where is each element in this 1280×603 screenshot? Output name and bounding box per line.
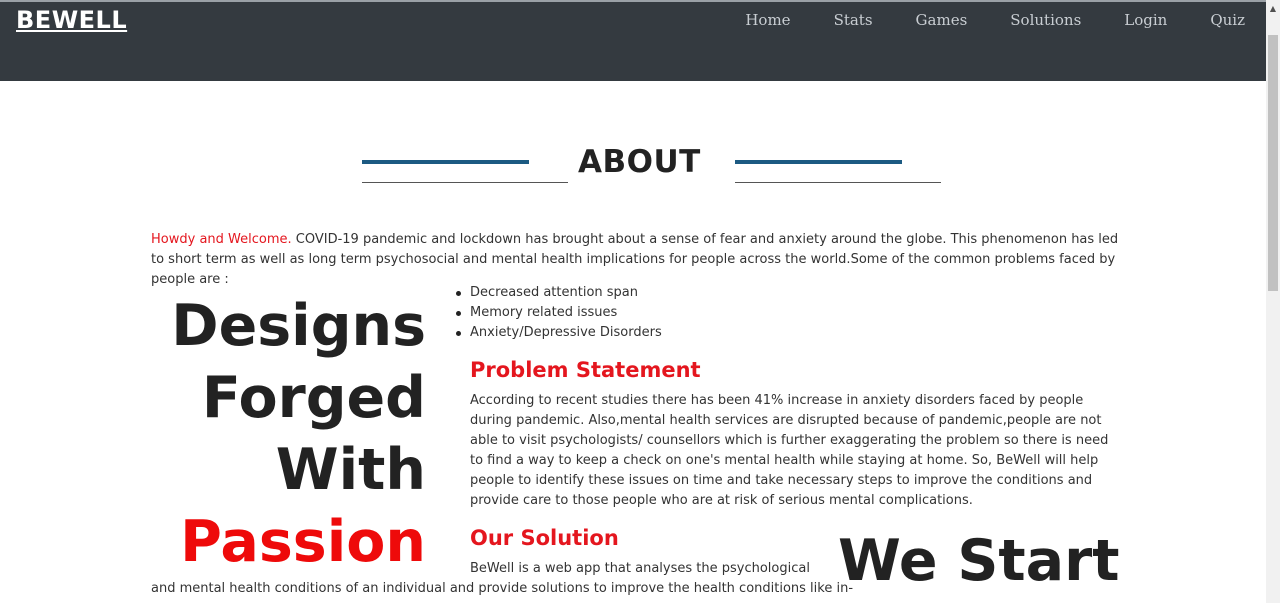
- heading-underline-right: [735, 182, 941, 183]
- list-item: Memory related issues: [454, 303, 662, 323]
- nav-games[interactable]: Games: [916, 11, 968, 29]
- tagline-line-2: Forged: [201, 365, 426, 431]
- list-item: Decreased attention span: [454, 283, 662, 303]
- heading-rule-left: [362, 160, 529, 164]
- tagline-line-1: Designs: [171, 293, 426, 359]
- scroll-up-arrow-icon[interactable]: ▲: [1266, 0, 1280, 17]
- brand-logo-link[interactable]: BEWELL: [16, 6, 127, 34]
- tagline-line-4: Passion: [180, 509, 426, 575]
- solution-text-line-1: BeWell is a web app that analyses the ps…: [470, 561, 810, 576]
- nav-quiz[interactable]: Quiz: [1210, 11, 1245, 29]
- nav-stats[interactable]: Stats: [834, 11, 873, 29]
- about-title: ABOUT: [578, 144, 701, 180]
- intro-greeting: Howdy and Welcome.: [151, 232, 292, 247]
- tagline-line-3: With: [275, 437, 426, 503]
- scrollbar-thumb[interactable]: [1268, 35, 1278, 291]
- problem-statement-text: According to recent studies there has be…: [470, 393, 1109, 508]
- intro-text: COVID-19 pandemic and lockdown has broug…: [151, 232, 1119, 287]
- nav-home[interactable]: Home: [745, 11, 790, 29]
- list-item: Anxiety/Depressive Disorders: [454, 323, 662, 343]
- solution-text-line-2: and mental health conditions of an indiv…: [151, 581, 854, 596]
- we-start-heading: We Start: [838, 528, 1120, 594]
- intro-paragraph: Howdy and Welcome. COVID-19 pandemic and…: [151, 230, 1121, 290]
- main-nav: Home Stats Games Solutions Login Quiz: [702, 11, 1245, 29]
- problem-statement-heading: Problem Statement: [470, 358, 701, 382]
- tagline: Designs Forged With Passion: [150, 290, 426, 578]
- nav-login[interactable]: Login: [1124, 11, 1167, 29]
- about-heading-block: ABOUT: [361, 142, 941, 187]
- problems-list: Decreased attention span Memory related …: [454, 283, 662, 343]
- nav-solutions[interactable]: Solutions: [1010, 11, 1081, 29]
- heading-rule-right: [735, 160, 902, 164]
- our-solution-heading: Our Solution: [470, 526, 619, 550]
- heading-underline-left: [362, 182, 568, 183]
- navbar: BEWELL Home Stats Games Solutions Login …: [0, 0, 1266, 81]
